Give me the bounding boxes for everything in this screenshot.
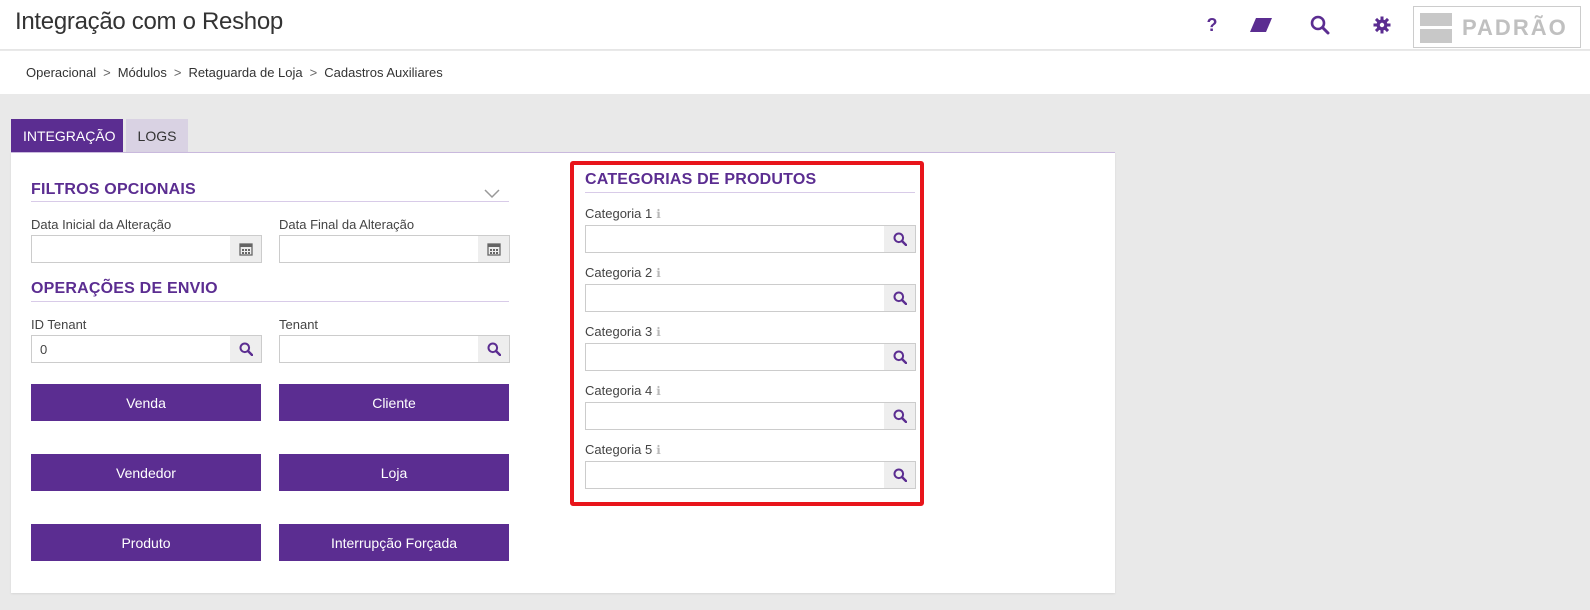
breadcrumb-item-retaguarda[interactable]: Retaguarda de Loja <box>188 65 302 80</box>
breadcrumb-item-modulos[interactable]: Módulos <box>118 65 167 80</box>
breadcrumb-separator: > <box>173 65 182 80</box>
search-icon[interactable] <box>230 335 262 363</box>
calendar-icon[interactable] <box>230 235 262 263</box>
help-icon[interactable]: ? <box>1199 12 1225 38</box>
breadcrumb-bar: Operacional > Módulos > Retaguarda de Loja > C… <box>0 51 1590 94</box>
start-date-input[interactable] <box>31 235 231 263</box>
tab-logs[interactable]: LOGS <box>126 119 188 152</box>
tenant-input[interactable] <box>279 335 479 363</box>
produto-button[interactable]: Produto <box>31 524 261 561</box>
top-bar: Integração com o Reshop ? PADRÃO <box>0 0 1590 50</box>
logo-mark-icon <box>1420 13 1452 43</box>
search-icon[interactable] <box>1307 12 1333 38</box>
operations-section-title: OPERAÇÕES DE ENVIO <box>31 280 218 297</box>
calendar-icon[interactable] <box>478 235 510 263</box>
loja-button[interactable]: Loja <box>279 454 509 491</box>
breadcrumb-item-operacional[interactable]: Operacional <box>26 65 96 80</box>
id-tenant-label: ID Tenant <box>31 317 87 332</box>
logo-text: PADRÃO <box>1462 15 1568 40</box>
categories-highlight-box <box>570 161 924 506</box>
chevron-down-icon[interactable] <box>484 186 500 202</box>
breadcrumb-separator: > <box>103 65 111 80</box>
breadcrumb-item-cadastros[interactable]: Cadastros Auxiliares <box>324 65 443 80</box>
filters-section-title: FILTROS OPCIONAIS <box>31 181 196 198</box>
section-divider <box>31 201 509 202</box>
section-divider <box>31 301 509 302</box>
end-date-input[interactable] <box>279 235 479 263</box>
cliente-button[interactable]: Cliente <box>279 384 509 421</box>
end-date-label: Data Final da Alteração <box>279 217 415 232</box>
tenant-label: Tenant <box>279 317 319 332</box>
vendedor-button[interactable]: Vendedor <box>31 454 261 491</box>
gear-icon[interactable] <box>1369 12 1395 38</box>
id-tenant-input[interactable] <box>31 335 231 363</box>
brand-logo: PADRÃO <box>1413 6 1581 48</box>
page-title: Integração com o Reshop <box>15 8 283 35</box>
tab-integracao[interactable]: INTEGRAÇÃO <box>11 119 123 152</box>
start-date-label: Data Inicial da Alteração <box>31 217 172 232</box>
search-icon[interactable] <box>478 335 510 363</box>
eraser-icon[interactable] <box>1248 12 1274 38</box>
breadcrumb-separator: > <box>309 65 318 80</box>
breadcrumb: Operacional > Módulos > Retaguarda de Loja > C… <box>26 65 443 80</box>
tab-bar: INTEGRAÇÃO LOGS <box>11 119 188 152</box>
interrupcao-forcada-button[interactable]: Interrupção Forçada <box>279 524 509 561</box>
venda-button[interactable]: Venda <box>31 384 261 421</box>
